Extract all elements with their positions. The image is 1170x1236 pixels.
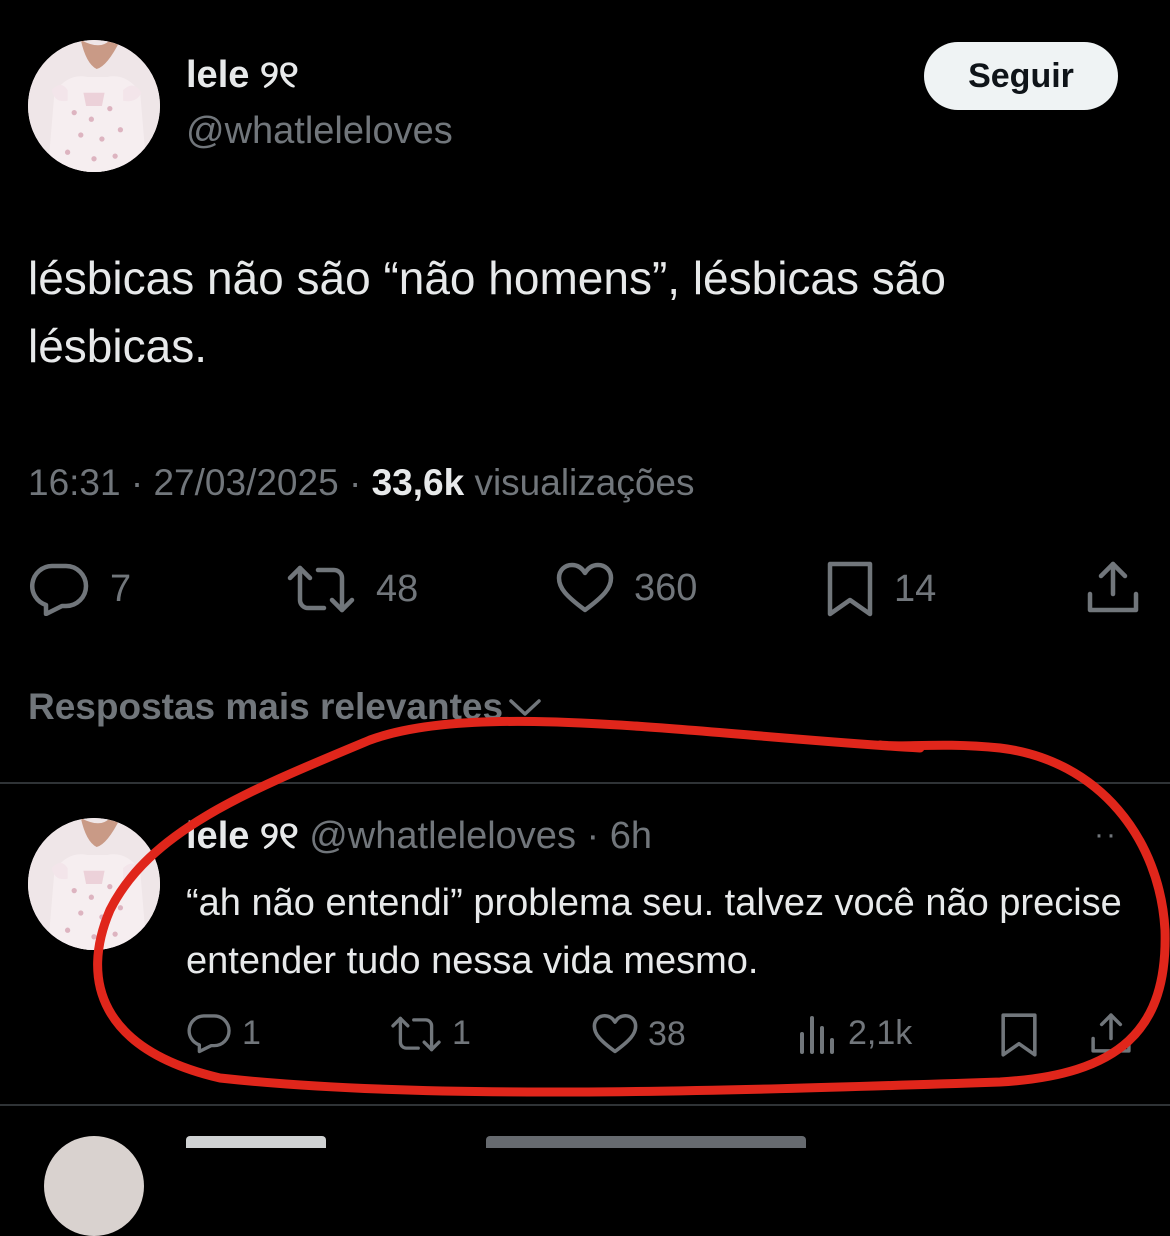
replies-sort-dropdown[interactable]: Respostas mais relevantes [28, 686, 543, 728]
reply-bookmark-button[interactable] [1000, 1012, 1038, 1058]
reply-like-count: 38 [648, 1014, 686, 1053]
author-handle[interactable]: @whatleleloves [186, 110, 453, 153]
share-icon [1087, 561, 1139, 613]
like-button[interactable]: 360 [556, 562, 697, 614]
reply-views-count: 2,1k [848, 1013, 913, 1052]
reply-reply-count: 1 [242, 1013, 261, 1052]
meta-separator: · [130, 462, 144, 503]
reply-avatar[interactable] [28, 818, 160, 950]
divider [0, 782, 1170, 784]
retweet-icon [391, 1016, 441, 1051]
more-options-icon[interactable]: ·· [1094, 818, 1118, 852]
chevron-down-icon [509, 699, 541, 716]
share-button[interactable] [1086, 560, 1140, 614]
next-reply-header-partial [186, 1130, 826, 1148]
follow-button[interactable]: Seguir [924, 42, 1118, 110]
tweet-time[interactable]: 16:31 [28, 462, 121, 503]
reply-separator: · [586, 815, 600, 857]
reply-views-button[interactable]: 2,1k [798, 1012, 912, 1054]
share-icon [1091, 1013, 1131, 1053]
analytics-icon [800, 1016, 834, 1054]
reply-time[interactable]: 6h [610, 815, 652, 857]
reply-retweet-count: 1 [452, 1014, 471, 1052]
reply-like-button[interactable]: 38 [592, 1013, 686, 1055]
bookmark-count: 14 [894, 567, 937, 610]
divider [0, 1104, 1170, 1106]
reply-display-name[interactable]: lele ୨୧ [186, 815, 299, 857]
retweet-count: 48 [376, 567, 419, 610]
views-label: visualizações [474, 462, 695, 503]
author-avatar[interactable] [28, 40, 160, 172]
retweet-button[interactable]: 48 [286, 564, 418, 614]
tweet-text: lésbicas não são “não homens”, lésbicas … [28, 252, 946, 372]
bookmark-button[interactable]: 14 [826, 560, 936, 618]
heart-icon [592, 1013, 638, 1054]
retweet-icon [287, 565, 355, 613]
reply-button[interactable]: 7 [28, 562, 131, 616]
reply-handle[interactable]: @whatleleloves [309, 815, 576, 857]
reply-count: 7 [110, 567, 132, 610]
tweet-date[interactable]: 27/03/2025 [153, 462, 338, 503]
reply-header: lele ୨୧ @whatleleloves · 6h [186, 815, 652, 858]
author-display-name[interactable]: lele ୨୧ [186, 54, 299, 97]
views-count: 33,6k [371, 462, 465, 503]
reply-share-button[interactable] [1090, 1012, 1132, 1054]
reply-text: “ah não entendi” problema seu. talvez vo… [186, 882, 1122, 982]
reply-icon [187, 1014, 231, 1054]
tweet-meta: 16:31 · 27/03/2025 · 33,6k visualizações [28, 462, 695, 504]
sort-label: Respostas mais relevantes [28, 686, 504, 727]
bookmark-icon [1001, 1013, 1037, 1057]
reply-reply-button[interactable]: 1 [186, 1012, 261, 1054]
avatar-image [28, 818, 160, 950]
heart-icon [556, 562, 614, 613]
bookmark-icon [827, 561, 873, 617]
reply-icon [30, 563, 89, 616]
like-count: 360 [634, 566, 698, 609]
meta-separator: · [348, 462, 362, 503]
next-reply-avatar[interactable] [44, 1136, 144, 1236]
avatar-image [28, 40, 160, 172]
reply-retweet-button[interactable]: 1 [390, 1014, 471, 1053]
